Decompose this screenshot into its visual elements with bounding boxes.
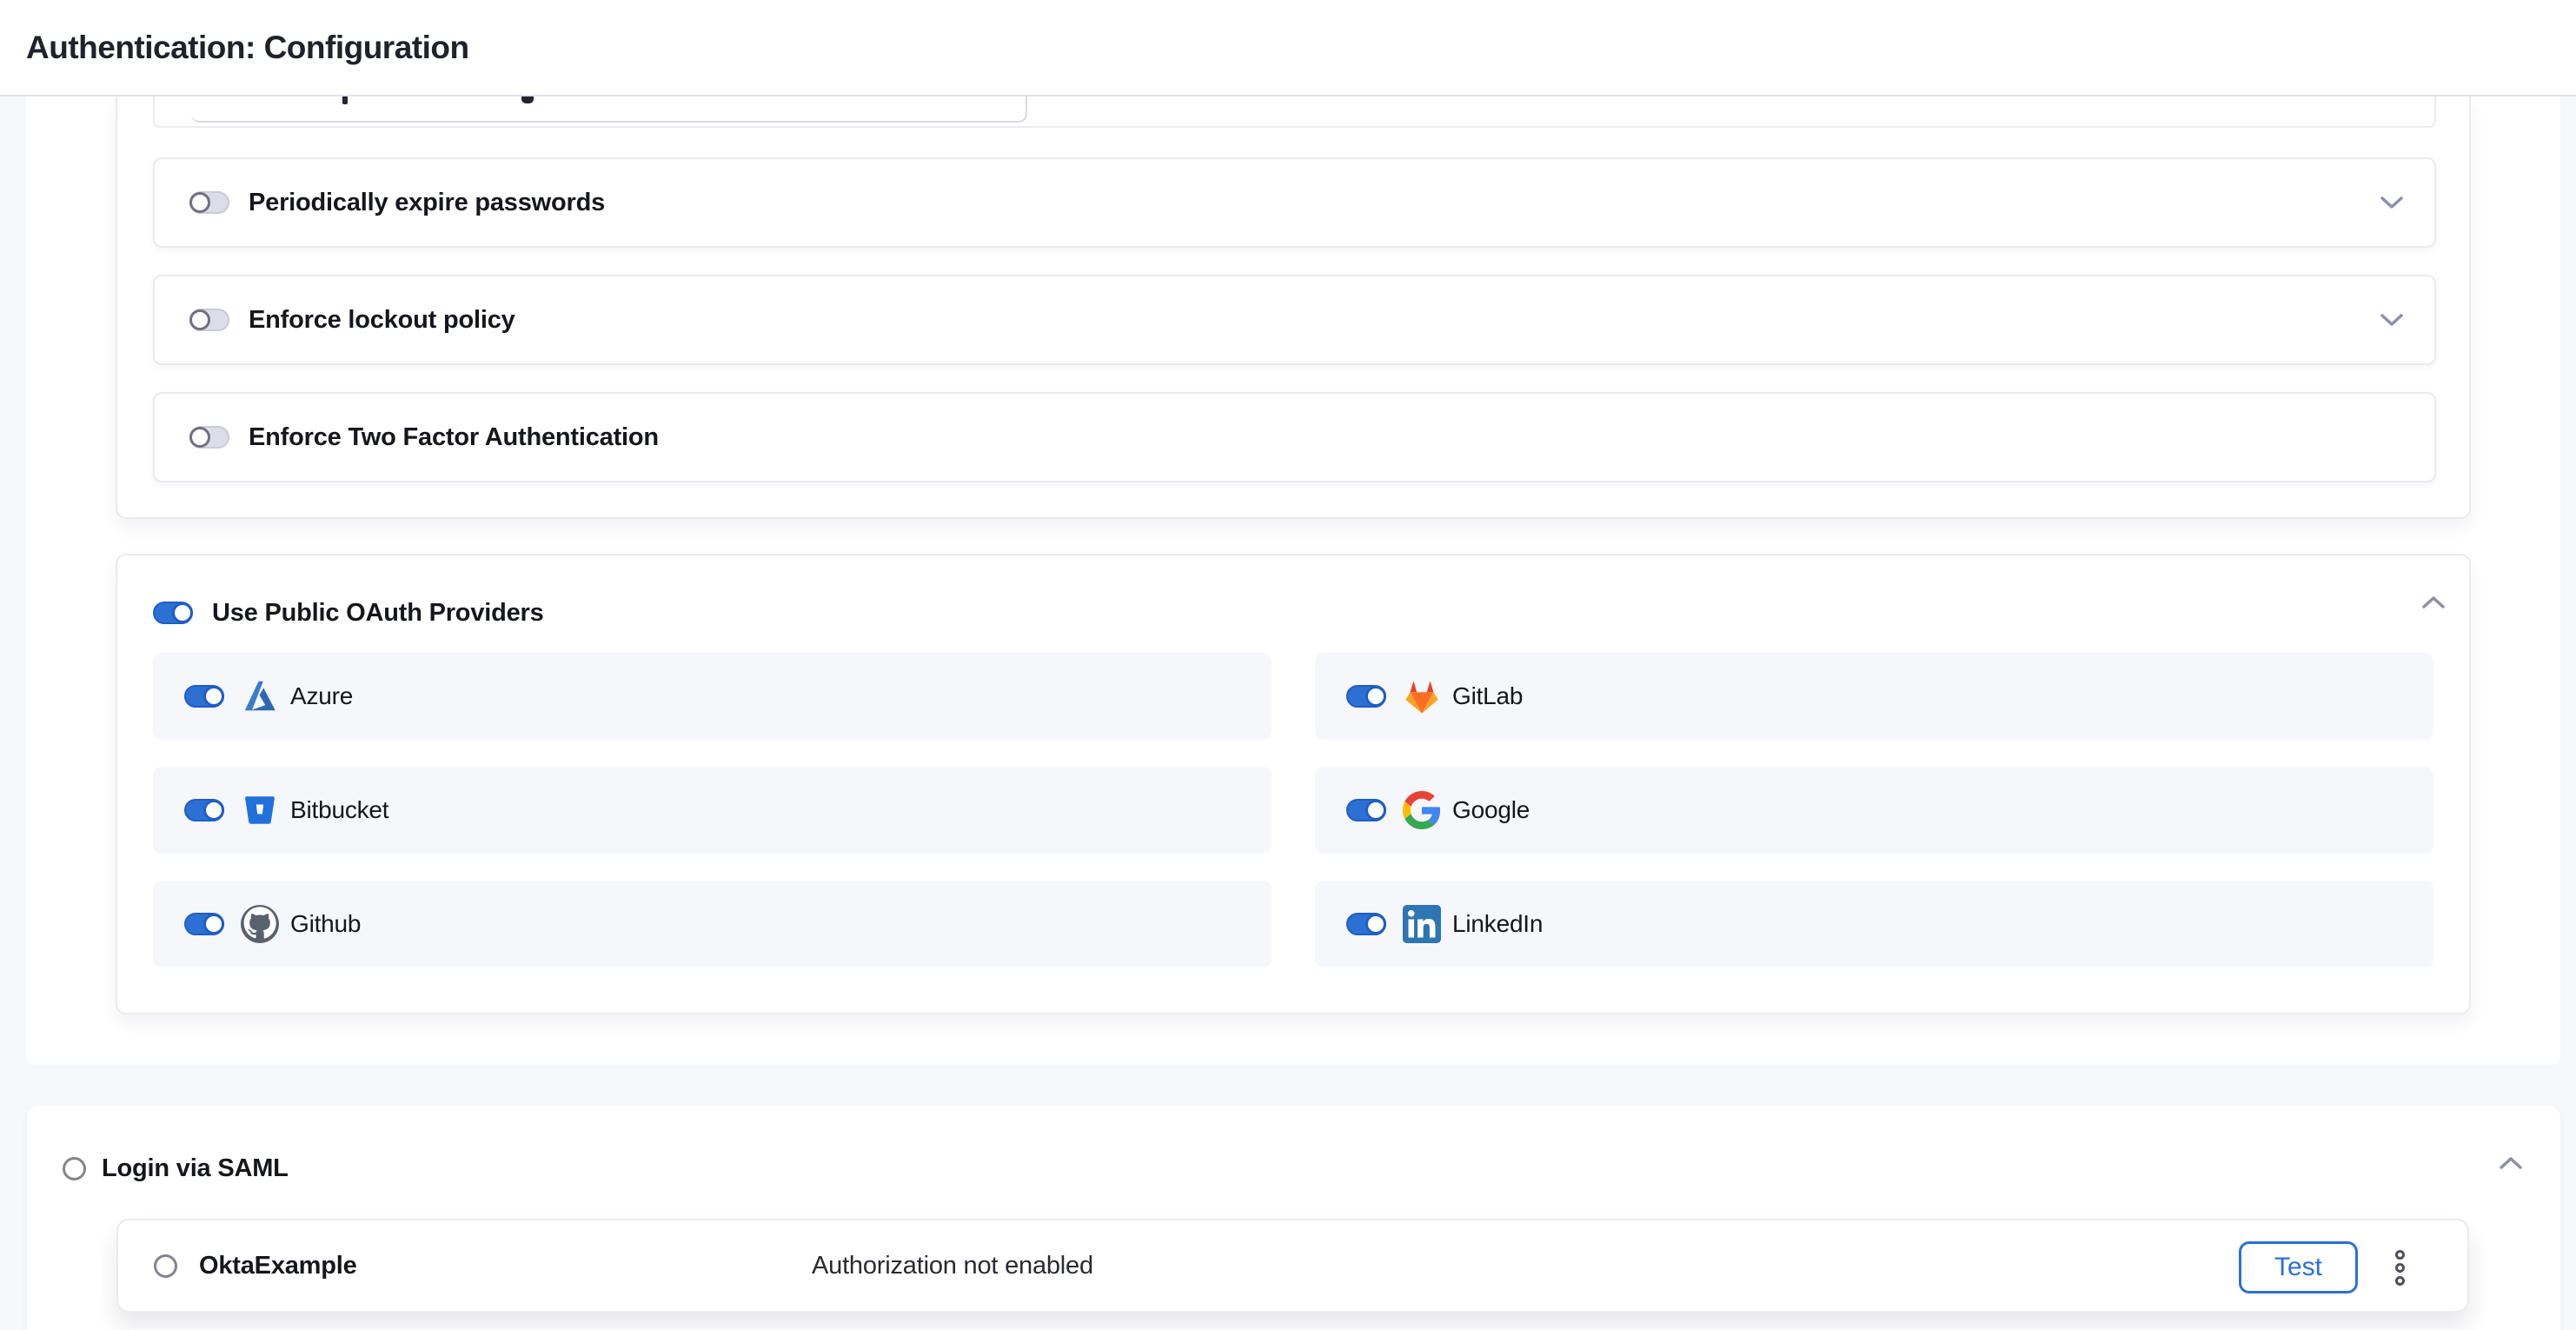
provider-toggle[interactable] [184, 799, 224, 821]
toggle-knob [203, 914, 224, 934]
provider-icon-slot [1402, 676, 1442, 716]
oauth-section-title: Use Public OAuth Providers [212, 599, 544, 628]
policy-row-label: Enforce lockout policy [249, 306, 515, 335]
clipped-text-remnant [521, 96, 534, 103]
toggle-knob [1365, 914, 1386, 934]
saml-header: Login via SAML [63, 1154, 289, 1183]
provider-name: LinkedIn [1452, 910, 1543, 938]
kebab-dot [2395, 1250, 2405, 1260]
policy-row-label: Periodically expire passwords [249, 189, 605, 217]
provider-name: Google [1452, 796, 1530, 824]
oauth-provider-item: LinkedIn [1315, 881, 2433, 968]
provider-name: Azure [290, 682, 353, 710]
toggle-knob [1365, 686, 1386, 707]
policy-row[interactable]: Enforce Two Factor Authentication [153, 392, 2436, 482]
policy-toggle[interactable] [189, 191, 229, 214]
provider-name: Bitbucket [290, 796, 388, 824]
authentication-configuration-page: Periodically expire passwords Enforce lo… [0, 0, 2576, 1330]
provider-icon-slot [1402, 904, 1442, 944]
chevron-up-icon[interactable] [2422, 595, 2445, 609]
toggle-knob [203, 800, 224, 821]
toggle-knob [172, 602, 193, 623]
oauth-providers-card: Use Public OAuth Providers Azure Bitbuck… [116, 554, 2471, 1014]
saml-provider-status: Authorization not enabled [812, 1252, 1093, 1280]
provider-toggle[interactable] [1346, 685, 1386, 708]
oauth-provider-item: Github [153, 881, 1271, 968]
test-button[interactable]: Test [2239, 1241, 2358, 1293]
saml-radio[interactable] [63, 1157, 86, 1180]
kebab-dot [2395, 1276, 2405, 1286]
saml-provider-row: OktaExample Authorization not enabled Te… [116, 1219, 2469, 1313]
toggle-knob [189, 427, 210, 448]
provider-name: GitLab [1452, 682, 1523, 710]
clipped-input-remnant [191, 96, 1027, 123]
provider-toggle[interactable] [1346, 799, 1386, 821]
policy-row[interactable]: Periodically expire passwords [153, 157, 2436, 248]
provider-toggle[interactable] [184, 913, 224, 935]
chevron-down-icon[interactable] [2380, 196, 2403, 209]
toggle-knob [1365, 800, 1386, 821]
password-settings-card: Periodically expire passwords Enforce lo… [116, 96, 2471, 519]
password-rows: Periodically expire passwords Enforce lo… [153, 157, 2436, 482]
policy-toggle[interactable] [189, 426, 229, 449]
provider-icon-slot [240, 904, 280, 944]
toggle-knob [203, 686, 224, 707]
provider-icon-slot [240, 676, 280, 716]
clipped-text-remnant [342, 96, 348, 104]
saml-provider-radio[interactable] [154, 1254, 177, 1278]
oauth-provider-item: Azure [153, 653, 1271, 740]
kebab-dot [2395, 1263, 2405, 1273]
page-header: Authentication: Configuration [0, 0, 2576, 96]
clipped-setting-row [153, 96, 2436, 128]
saml-section-card: Login via SAML OktaExample Authorization… [27, 1106, 2560, 1330]
provider-icon-slot [1402, 790, 1442, 830]
toggle-knob [189, 192, 210, 213]
more-options-icon[interactable] [2389, 1220, 2410, 1314]
provider-toggle[interactable] [1346, 913, 1386, 935]
oauth-master-toggle[interactable] [153, 602, 193, 624]
chevron-down-icon[interactable] [2380, 313, 2403, 327]
oauth-provider-grid: Azure Bitbucket Github GitLab [153, 653, 2433, 968]
page-title: Authentication: Configuration [26, 0, 469, 95]
oauth-provider-item: Bitbucket [153, 767, 1271, 854]
provider-icon-slot [240, 790, 280, 830]
chevron-up-icon[interactable] [2500, 1156, 2522, 1170]
provider-name: Github [290, 910, 361, 938]
oauth-provider-item: GitLab [1315, 653, 2433, 740]
provider-toggle[interactable] [184, 685, 224, 708]
oauth-header: Use Public OAuth Providers [153, 590, 544, 635]
saml-provider-name: OktaExample [199, 1252, 357, 1280]
policy-row-label: Enforce Two Factor Authentication [249, 423, 659, 452]
policy-toggle[interactable] [189, 309, 229, 331]
policy-row[interactable]: Enforce lockout policy [153, 275, 2436, 365]
oauth-provider-item: Google [1315, 767, 2433, 854]
toggle-knob [189, 309, 210, 330]
saml-section-title: Login via SAML [102, 1154, 289, 1183]
